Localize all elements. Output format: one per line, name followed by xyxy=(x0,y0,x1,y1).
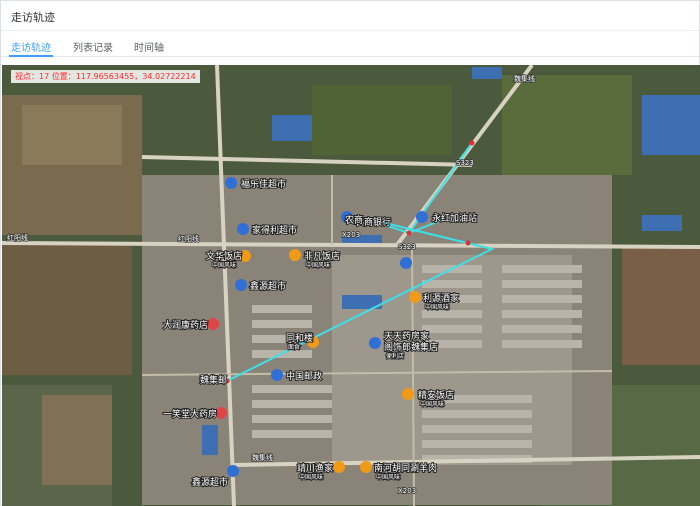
poi-label: 鑫源超市 xyxy=(250,280,286,292)
food-pin-icon[interactable] xyxy=(289,249,301,261)
post-pin-icon[interactable] xyxy=(271,369,283,381)
track-page: 走访轨迹 走访轨迹 列表记录 时间轴 视点：17 位置：117.96563455… xyxy=(0,0,700,506)
poi-sublabel: 中国风味 xyxy=(299,473,323,481)
shopping-pin-icon[interactable] xyxy=(235,279,247,291)
poi-label: 利源酒家 xyxy=(423,292,459,304)
map-canvas[interactable]: 福乐佳超市 家得利超市 文华饭店 中国风味 非凡饭店 中国风味 鑫源超市 利源酒… xyxy=(2,65,700,506)
road-label: 魏集线 xyxy=(252,453,273,462)
shopping-pin-icon[interactable] xyxy=(237,223,249,235)
road-label: S323 xyxy=(398,243,416,251)
road-label: 魏集线 xyxy=(514,74,535,83)
poi-sublabel: 便利店 xyxy=(386,352,404,360)
coordinate-readout: 视点：17 位置：117.96563455，34.02722214 xyxy=(11,70,200,83)
food-pin-icon[interactable] xyxy=(409,291,421,303)
food-pin-icon[interactable] xyxy=(402,388,414,400)
gas-pin-icon[interactable] xyxy=(416,211,428,223)
poi-label: 文华饭店 xyxy=(206,250,242,262)
page-title: 走访轨迹 xyxy=(11,11,55,24)
tab-timeline[interactable]: 时间轴 xyxy=(134,39,164,54)
poi-label: 魏集邮 xyxy=(200,374,227,386)
poi-label: 精安饭店 xyxy=(418,389,454,401)
road-label: X203 xyxy=(398,487,416,495)
shopping-pin-icon[interactable] xyxy=(227,465,239,477)
road-label: 红阳线 xyxy=(7,233,28,242)
active-tab-indicator xyxy=(9,55,53,57)
poi-label: 鑫源超市 xyxy=(192,476,228,488)
poi-label: 福乐佳超市 xyxy=(241,178,286,190)
poi-label: 阁饰郎魏集店 xyxy=(384,341,438,353)
pharmacy-pin-icon[interactable] xyxy=(369,337,381,349)
poi-label: 天天药房家 xyxy=(384,330,429,342)
poi-label: 一笑堂大药房 xyxy=(163,408,217,420)
title-bar: 走访轨迹 xyxy=(1,1,699,31)
poi-sublabel: 中国风味 xyxy=(306,261,330,269)
pharmacy-pin-icon[interactable] xyxy=(207,318,219,330)
road-label: X203 xyxy=(342,231,360,239)
food-pin-icon[interactable] xyxy=(333,461,345,473)
poi-sublabel: 中国风味 xyxy=(420,400,444,408)
tab-bar: 走访轨迹 列表记录 时间轴 xyxy=(1,31,699,57)
road-label: 红阳线 xyxy=(178,234,199,243)
tab-list-records[interactable]: 列表记录 xyxy=(73,39,113,54)
shopping-pin-icon[interactable] xyxy=(400,257,412,269)
poi-sublabel: 中国风味 xyxy=(376,473,400,481)
poi-label: 靖川渔家 xyxy=(297,462,333,474)
poi-label: 南河胡同涮羊肉 xyxy=(374,462,437,474)
shopping-pin-icon[interactable] xyxy=(225,177,237,189)
poi-label: 同和楼 xyxy=(286,332,313,344)
poi-label: 农商 xyxy=(345,214,363,226)
poi-sublabel: 面食 xyxy=(288,343,300,351)
poi-label: 家得利超市 xyxy=(252,224,297,236)
satellite-map[interactable]: 福乐佳超市 家得利超市 文华饭店 中国风味 非凡饭店 中国风味 鑫源超市 利源酒… xyxy=(2,65,700,506)
poi-sublabel: 中国风味 xyxy=(212,261,236,269)
poi-sublabel: 中国风味 xyxy=(425,303,449,311)
poi-label: 大润康药店 xyxy=(163,319,208,331)
poi-label: 永红加油站 xyxy=(432,212,477,224)
tab-track[interactable]: 走访轨迹 xyxy=(11,39,51,54)
food-pin-icon[interactable] xyxy=(360,461,372,473)
road-label: S323 xyxy=(456,159,474,167)
poi-label: 中国邮政 xyxy=(286,370,322,382)
poi-label: 非凡饭店 xyxy=(304,250,340,262)
